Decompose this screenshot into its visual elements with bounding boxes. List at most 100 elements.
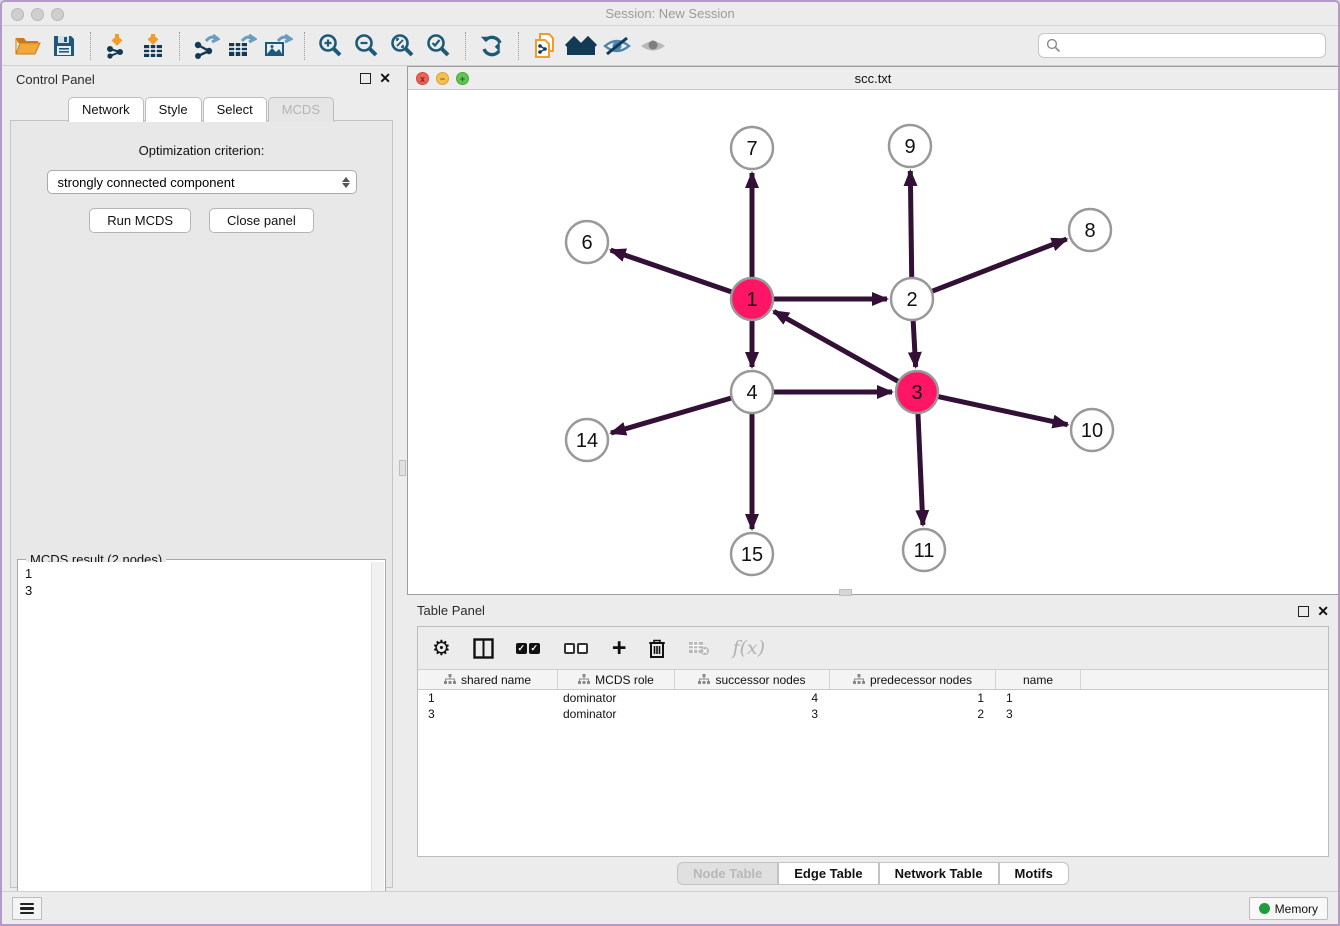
run-mcds-button[interactable]: Run MCDS [89, 208, 191, 233]
show-all-icon[interactable] [635, 31, 671, 61]
graph-edge-4-14[interactable] [611, 398, 732, 433]
graph-node-label: 4 [746, 382, 757, 404]
graph-edge-2-9[interactable] [910, 171, 911, 278]
graph-edge-2-3[interactable] [913, 320, 916, 367]
export-network-icon[interactable] [188, 31, 224, 61]
column-header-successor-nodes[interactable]: successor nodes [675, 670, 830, 689]
cell-shared-name[interactable]: 3 [418, 706, 558, 722]
column-header-shared-name[interactable]: shared name [418, 670, 558, 689]
cell-shared-name[interactable]: 1 [418, 690, 558, 706]
task-history-button[interactable] [12, 897, 42, 920]
graph-edge-3-10[interactable] [938, 396, 1068, 424]
tab-node-table[interactable]: Node Table [677, 862, 778, 885]
search-icon [1046, 38, 1061, 53]
tab-select[interactable]: Select [203, 97, 267, 122]
tab-motifs[interactable]: Motifs [999, 862, 1069, 885]
graph-node-label: 9 [904, 136, 915, 158]
table-toolbar: ⚙ ✓✓ + [418, 627, 1328, 670]
criterion-value: strongly connected component [58, 175, 235, 190]
network-view-frame: x − + scc.txt 7968124314101511 [407, 66, 1339, 595]
refresh-icon[interactable] [474, 31, 510, 61]
toolbar-separator [179, 32, 180, 60]
graph-node-label: 2 [906, 289, 917, 311]
graph-edge-1-6[interactable] [611, 250, 733, 292]
zoom-in-icon[interactable] [313, 31, 349, 61]
table-panel-header: Table Panel ✕ [407, 599, 1339, 623]
cell-predecessor-nodes[interactable]: 1 [830, 690, 996, 706]
cell-name[interactable]: 1 [996, 690, 1081, 706]
export-image-icon[interactable] [260, 31, 296, 61]
deselect-all-columns-icon[interactable] [564, 643, 590, 654]
tab-edge-table[interactable]: Edge Table [778, 862, 878, 885]
import-network-icon[interactable] [99, 31, 135, 61]
hierarchy-icon [444, 674, 456, 685]
control-panel: Control Panel ✕ Network Style Select MCD… [4, 66, 399, 893]
function-builder-icon: f(x) [732, 637, 765, 659]
app-window: Session: New Session [0, 0, 1340, 926]
network-view-titlebar: x − + scc.txt [408, 67, 1338, 90]
memory-button[interactable]: Memory [1249, 897, 1328, 920]
save-session-icon[interactable] [46, 31, 82, 61]
export-table-icon[interactable] [224, 31, 260, 61]
control-panel-tabs: Network Style Select MCDS [4, 97, 399, 122]
optimization-criterion-label: Optimization criterion: [11, 143, 392, 158]
graph-node-label: 15 [741, 544, 763, 566]
mcds-result-box: MCDS result (2 nodes) 1 3 [17, 559, 386, 926]
column-header-name[interactable]: name [996, 670, 1081, 689]
cell-successor-nodes[interactable]: 3 [675, 706, 830, 722]
open-session-icon[interactable] [10, 31, 46, 61]
graph-node-label: 6 [581, 232, 592, 254]
cell-successor-nodes[interactable]: 4 [675, 690, 830, 706]
column-label: shared name [461, 673, 531, 687]
cell-mcds-role[interactable]: dominator [558, 706, 675, 722]
tab-style[interactable]: Style [145, 97, 202, 122]
column-header-mcds-role[interactable]: MCDS role [558, 670, 675, 689]
float-table-panel-icon[interactable] [1298, 606, 1309, 617]
graph-edge-3-11[interactable] [918, 413, 923, 525]
cell-predecessor-nodes[interactable]: 2 [830, 706, 996, 722]
node-table: shared name MCDS role [418, 670, 1328, 722]
hierarchy-icon [698, 674, 710, 685]
vertical-splitter-handle[interactable] [399, 460, 406, 476]
column-header-predecessor-nodes[interactable]: predecessor nodes [830, 670, 996, 689]
delete-columns-icon[interactable] [648, 638, 666, 659]
column-label: name [1023, 673, 1053, 687]
search-field[interactable] [1038, 33, 1326, 58]
duplicate-network-icon[interactable] [527, 31, 563, 61]
column-label: predecessor nodes [870, 673, 972, 687]
close-panel-icon[interactable]: ✕ [379, 70, 391, 87]
table-settings-icon[interactable]: ⚙ [432, 636, 451, 661]
select-all-columns-icon[interactable]: ✓✓ [516, 643, 542, 654]
zoom-out-icon[interactable] [349, 31, 385, 61]
graph-edge-3-1[interactable] [774, 311, 899, 381]
float-panel-icon[interactable] [360, 73, 371, 84]
cell-name[interactable]: 3 [996, 706, 1081, 722]
import-table-icon[interactable] [135, 31, 171, 61]
table-row[interactable]: 1 dominator 4 1 1 [418, 690, 1328, 706]
graph-node-label: 10 [1081, 420, 1103, 442]
cell-mcds-role[interactable]: dominator [558, 690, 675, 706]
zoom-fit-icon[interactable] [385, 31, 421, 61]
titlebar: Session: New Session [2, 2, 1338, 26]
horizontal-splitter-handle[interactable] [839, 589, 852, 596]
toolbar-separator [518, 32, 519, 60]
zoom-selected-icon[interactable] [421, 31, 457, 61]
criterion-select[interactable]: strongly connected component [47, 170, 357, 194]
first-neighbors-icon[interactable] [563, 31, 599, 61]
hide-selected-icon[interactable] [599, 31, 635, 61]
toolbar-separator [465, 32, 466, 60]
table-row[interactable]: 3 dominator 3 2 3 [418, 706, 1328, 722]
close-panel-button[interactable]: Close panel [209, 208, 314, 233]
node-table-container: ⚙ ✓✓ + [417, 626, 1329, 857]
tab-network-table[interactable]: Network Table [879, 862, 999, 885]
tab-network[interactable]: Network [68, 97, 144, 122]
split-columns-icon[interactable] [473, 638, 494, 659]
add-column-icon[interactable]: + [612, 638, 627, 658]
close-table-panel-icon[interactable]: ✕ [1317, 603, 1329, 620]
tab-mcds[interactable]: MCDS [268, 97, 334, 122]
result-scrollbar[interactable] [371, 562, 384, 926]
search-input[interactable] [1061, 39, 1325, 53]
network-graph[interactable]: 7968124314101511 [408, 90, 1338, 594]
table-panel-tabs: Node Table Edge Table Network Table Moti… [407, 862, 1339, 885]
graph-edge-2-8[interactable] [932, 239, 1067, 291]
